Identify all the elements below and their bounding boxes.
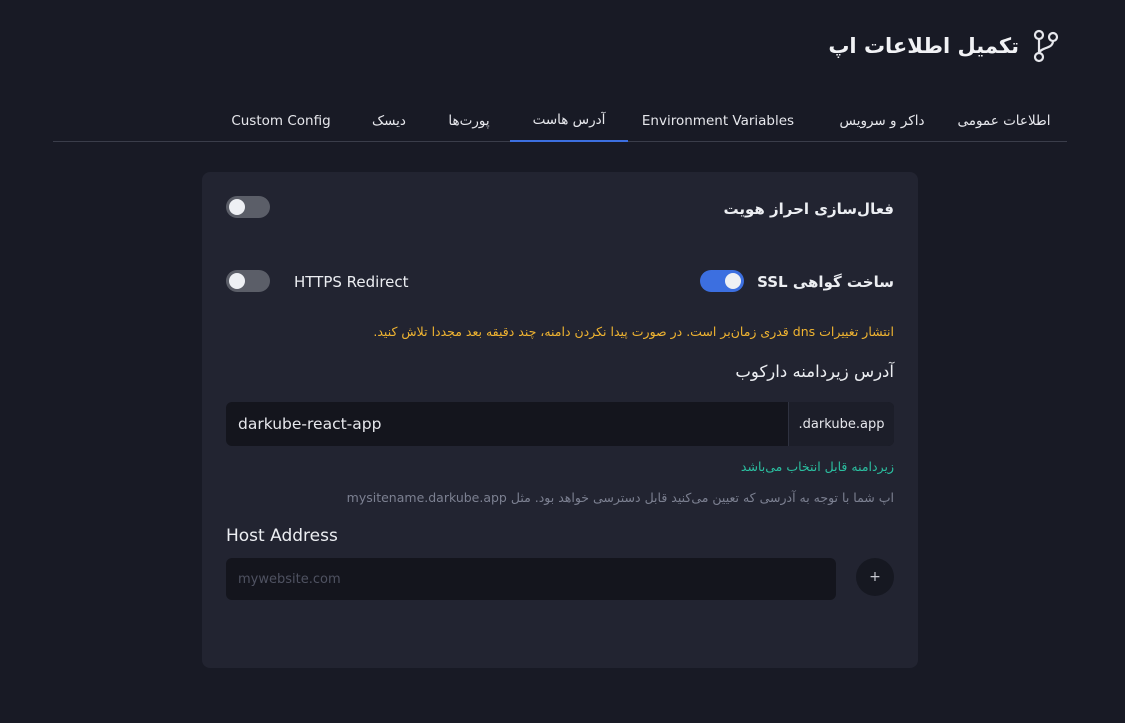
subdomain-help: اپ شما با توجه به آدرسی که تعیین می‌کنید… xyxy=(346,490,894,505)
ssl-label: ساخت گواهی SSL xyxy=(757,273,894,291)
toggle-knob xyxy=(725,273,741,289)
tab-bar: اطلاعات عمومی داکر و سرویس Environment V… xyxy=(53,100,1067,142)
auth-toggle[interactable] xyxy=(226,196,270,218)
tab-host-address[interactable]: آدرس هاست xyxy=(510,100,628,142)
host-address-title: Host Address xyxy=(226,526,338,546)
toggle-knob xyxy=(229,273,245,289)
host-settings-card: فعال‌سازی احراز هویت ساخت گواهی SSL HTTP… xyxy=(202,172,918,668)
subdomain-field: darkube-react-app .darkube.app xyxy=(226,402,894,446)
tab-custom-config[interactable]: Custom Config xyxy=(225,100,337,142)
subdomain-input[interactable]: darkube-react-app xyxy=(226,402,788,446)
ssl-toggle[interactable] xyxy=(700,270,744,292)
host-address-input[interactable]: mywebsite.com xyxy=(226,558,836,600)
add-host-button[interactable]: + xyxy=(856,558,894,596)
git-branch-icon xyxy=(1031,28,1061,64)
subdomain-title: آدرس زیردامنه دارکوب xyxy=(735,362,894,381)
subdomain-status: زیردامنه قابل انتخاب می‌باشد xyxy=(740,459,894,474)
subdomain-suffix: .darkube.app xyxy=(788,402,894,446)
auth-label: فعال‌سازی احراز هویت xyxy=(723,200,894,218)
toggle-knob xyxy=(229,199,245,215)
page-header: تکمیل اطلاعات اپ xyxy=(828,28,1061,64)
tab-environment-variables[interactable]: Environment Variables xyxy=(641,100,795,142)
tab-ports[interactable]: پورت‌ها xyxy=(437,100,501,142)
page-title: تکمیل اطلاعات اپ xyxy=(828,34,1019,58)
dns-warning: انتشار تغییرات dns قدری زمان‌بر است. در … xyxy=(373,324,894,339)
tab-disk[interactable]: دیسک xyxy=(359,100,419,142)
https-redirect-label: HTTPS Redirect xyxy=(294,273,409,291)
https-redirect-toggle[interactable] xyxy=(226,270,270,292)
tab-docker-service[interactable]: داکر و سرویس xyxy=(823,100,941,142)
tab-general-info[interactable]: اطلاعات عمومی xyxy=(949,100,1059,142)
